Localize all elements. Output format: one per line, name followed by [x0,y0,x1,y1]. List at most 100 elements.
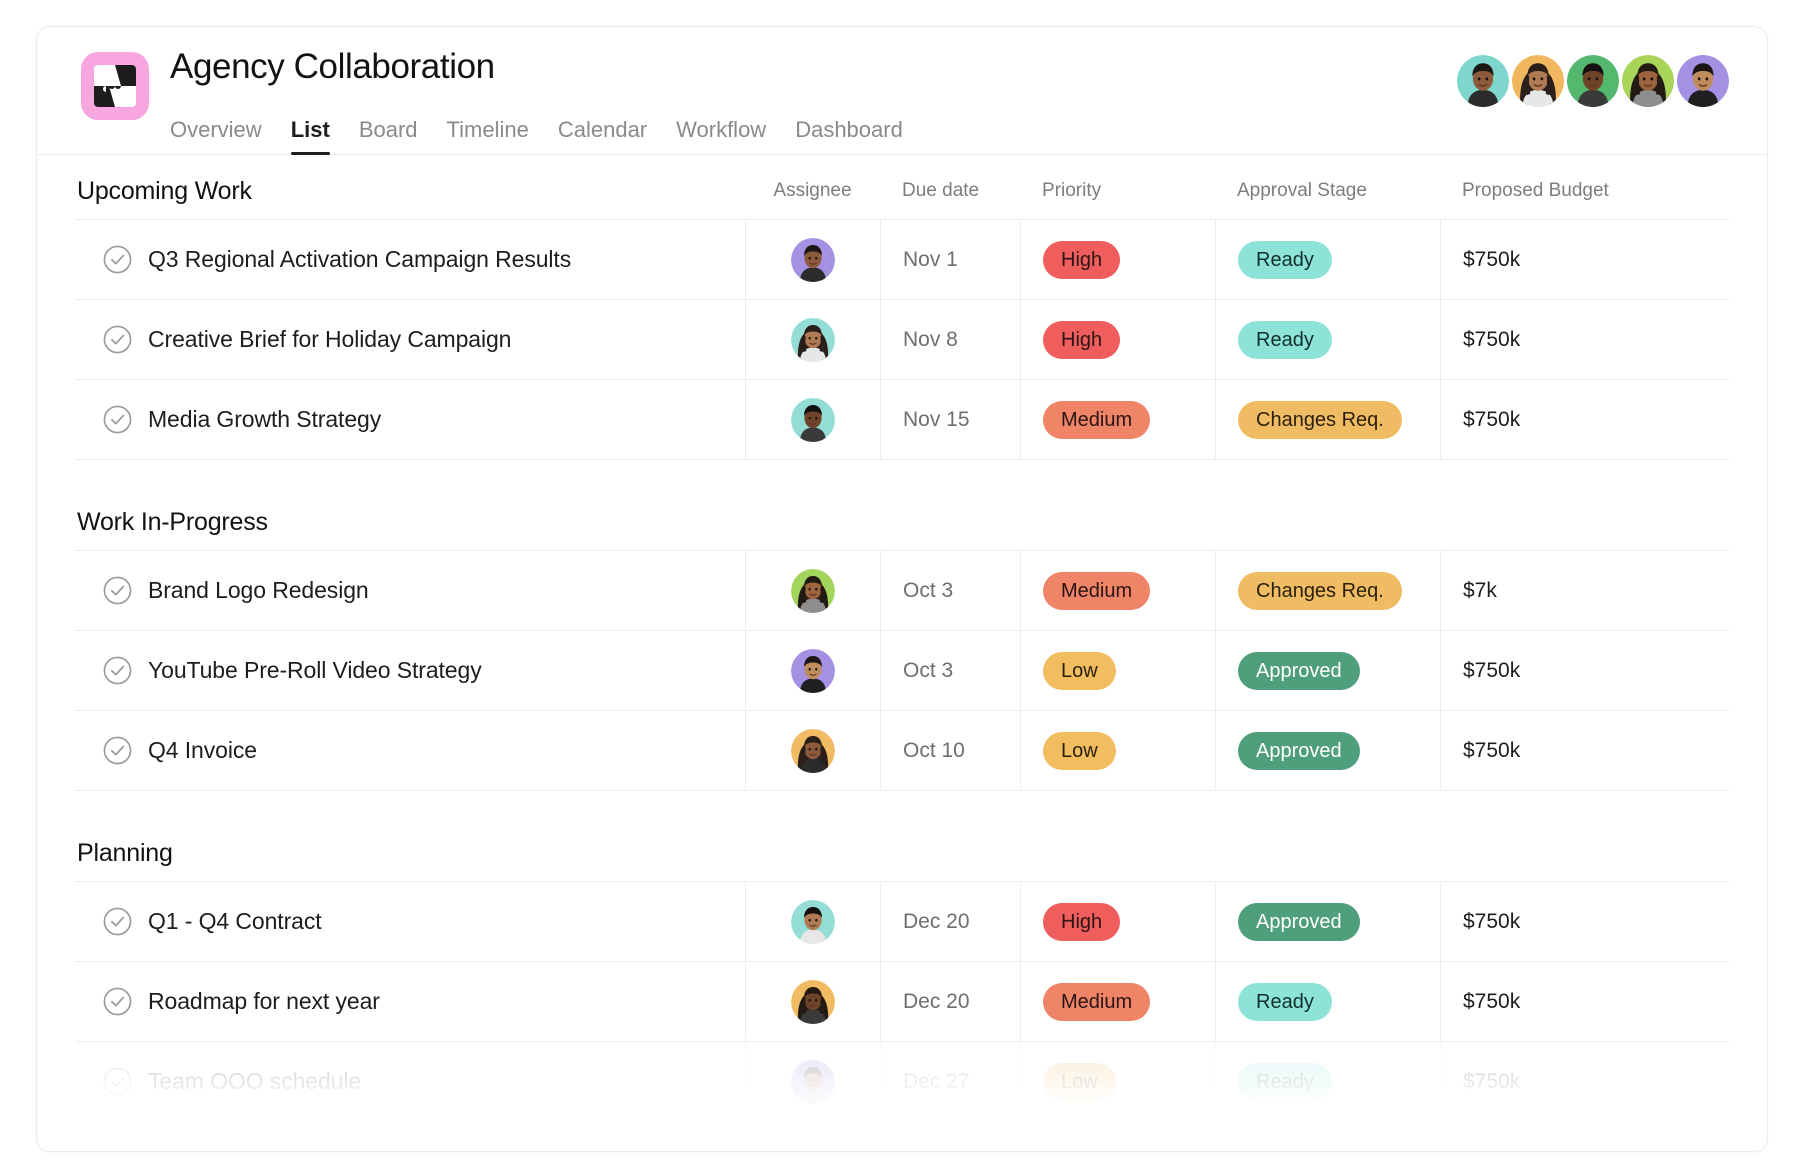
task-complete-check-icon[interactable] [103,736,132,765]
approval-stage-cell[interactable]: Ready [1215,300,1440,379]
task-name-cell[interactable]: Team OOO schedule [75,1042,745,1121]
proposed-budget-cell[interactable]: $750k [1440,1042,1690,1121]
priority-badge[interactable]: Medium [1043,572,1150,610]
approval-stage-badge[interactable]: Ready [1238,983,1332,1021]
tab-overview[interactable]: Overview [170,119,262,155]
task-complete-check-icon[interactable] [103,576,132,605]
priority-cell[interactable]: High [1020,220,1215,299]
assignee-cell[interactable] [745,220,880,299]
priority-badge[interactable]: Low [1043,732,1116,770]
priority-cell[interactable]: High [1020,882,1215,961]
priority-cell[interactable]: Low [1020,631,1215,710]
task-name-cell[interactable]: Creative Brief for Holiday Campaign [75,300,745,379]
approval-stage-badge[interactable]: Ready [1238,241,1332,279]
priority-cell[interactable]: Low [1020,1042,1215,1121]
approval-stage-badge[interactable]: Ready [1238,1063,1332,1101]
priority-badge[interactable]: High [1043,903,1120,941]
assignee-cell[interactable] [745,711,880,790]
table-row[interactable]: YouTube Pre-Roll Video Strategy Oct 3Low… [75,631,1729,711]
tab-list[interactable]: List [291,119,330,155]
task-complete-check-icon[interactable] [103,907,132,936]
assignee-cell[interactable] [745,380,880,459]
priority-badge[interactable]: Medium [1043,401,1150,439]
member-avatar[interactable] [1457,55,1509,107]
avatar-teal[interactable] [791,318,835,362]
assignee-cell[interactable] [745,882,880,961]
task-complete-check-icon[interactable] [103,987,132,1016]
approval-stage-cell[interactable]: Approved [1215,711,1440,790]
assignee-cell[interactable] [745,962,880,1041]
proposed-budget-cell[interactable]: $750k [1440,300,1690,379]
proposed-budget-cell[interactable]: $750k [1440,220,1690,299]
priority-cell[interactable]: Low [1020,711,1215,790]
proposed-budget-cell[interactable]: $750k [1440,711,1690,790]
task-complete-check-icon[interactable] [103,405,132,434]
approval-stage-badge[interactable]: Approved [1238,903,1360,941]
due-date-cell[interactable]: Dec 20 [880,962,1020,1041]
task-complete-check-icon[interactable] [103,245,132,274]
due-date-cell[interactable]: Dec 20 [880,882,1020,961]
tab-timeline[interactable]: Timeline [447,119,529,155]
table-row[interactable]: Q3 Regional Activation Campaign Results … [75,220,1729,300]
priority-badge[interactable]: Low [1043,1063,1116,1101]
member-avatar[interactable] [1622,55,1674,107]
assignee-cell[interactable] [745,1042,880,1121]
approval-stage-cell[interactable]: Ready [1215,1042,1440,1121]
approval-stage-badge[interactable]: Changes Req. [1238,572,1402,610]
avatar-purple[interactable] [791,649,835,693]
table-row[interactable]: Media Growth Strategy Nov 15 Medium Change… [75,380,1729,460]
task-name-cell[interactable]: Q3 Regional Activation Campaign Results [75,220,745,299]
avatar-orange[interactable] [791,729,835,773]
column-header-assignee[interactable]: Assignee [745,180,880,202]
approval-stage-cell[interactable]: Approved [1215,882,1440,961]
column-header-priority[interactable]: Priority [1020,180,1215,202]
assignee-cell[interactable] [745,631,880,710]
member-avatar-stack[interactable] [1457,55,1729,107]
proposed-budget-cell[interactable]: $750k [1440,380,1690,459]
member-avatar[interactable] [1677,55,1729,107]
tab-calendar[interactable]: Calendar [558,119,647,155]
task-name-cell[interactable]: Brand Logo Redesign [75,551,745,630]
assignee-cell[interactable] [745,551,880,630]
task-name-cell[interactable]: Media Growth Strategy [75,380,745,459]
due-date-cell[interactable]: Nov 1 [880,220,1020,299]
avatar-teal[interactable] [791,398,835,442]
tab-dashboard[interactable]: Dashboard [795,119,903,155]
task-name-cell[interactable]: YouTube Pre-Roll Video Strategy [75,631,745,710]
table-row[interactable]: Brand Logo Redesign Oct 3 Medium Changes R… [75,551,1729,631]
table-row[interactable]: Team OOO schedule Dec 27 Low Ready $750k [75,1042,1729,1122]
column-header-due-date[interactable]: Due date [880,180,1020,202]
avatar-orange[interactable] [791,980,835,1024]
avatar-purple[interactable] [791,1060,835,1104]
priority-cell[interactable]: Medium [1020,380,1215,459]
approval-stage-cell[interactable]: Approved [1215,631,1440,710]
proposed-budget-cell[interactable]: $750k [1440,631,1690,710]
approval-stage-cell[interactable]: Ready [1215,220,1440,299]
priority-badge[interactable]: High [1043,321,1120,359]
proposed-budget-cell[interactable]: $750k [1440,882,1690,961]
member-avatar[interactable] [1567,55,1619,107]
member-avatar[interactable] [1512,55,1564,107]
approval-stage-cell[interactable]: Changes Req. [1215,380,1440,459]
task-name-cell[interactable]: Q4 Invoice [75,711,745,790]
priority-cell[interactable]: Medium [1020,962,1215,1041]
due-date-cell[interactable]: Oct 3 [880,551,1020,630]
due-date-cell[interactable]: Oct 10 [880,711,1020,790]
column-header-budget[interactable]: Proposed Budget [1440,180,1690,202]
table-row[interactable]: Q4 Invoice Oct 10 Low Approved$750k [75,711,1729,791]
approval-stage-badge[interactable]: Ready [1238,321,1332,359]
task-name-cell[interactable]: Q1 - Q4 Contract [75,882,745,961]
due-date-cell[interactable]: Nov 15 [880,380,1020,459]
table-row[interactable]: Creative Brief for Holiday Campaign Nov … [75,300,1729,380]
avatar-teal[interactable] [791,900,835,944]
proposed-budget-cell[interactable]: $750k [1440,962,1690,1041]
priority-badge[interactable]: Low [1043,652,1116,690]
approval-stage-badge[interactable]: Approved [1238,652,1360,690]
priority-cell[interactable]: High [1020,300,1215,379]
assignee-cell[interactable] [745,300,880,379]
due-date-cell[interactable]: Dec 27 [880,1042,1020,1121]
task-name-cell[interactable]: Roadmap for next year [75,962,745,1041]
avatar-purple[interactable] [791,238,835,282]
tab-board[interactable]: Board [359,119,418,155]
priority-badge[interactable]: High [1043,241,1120,279]
